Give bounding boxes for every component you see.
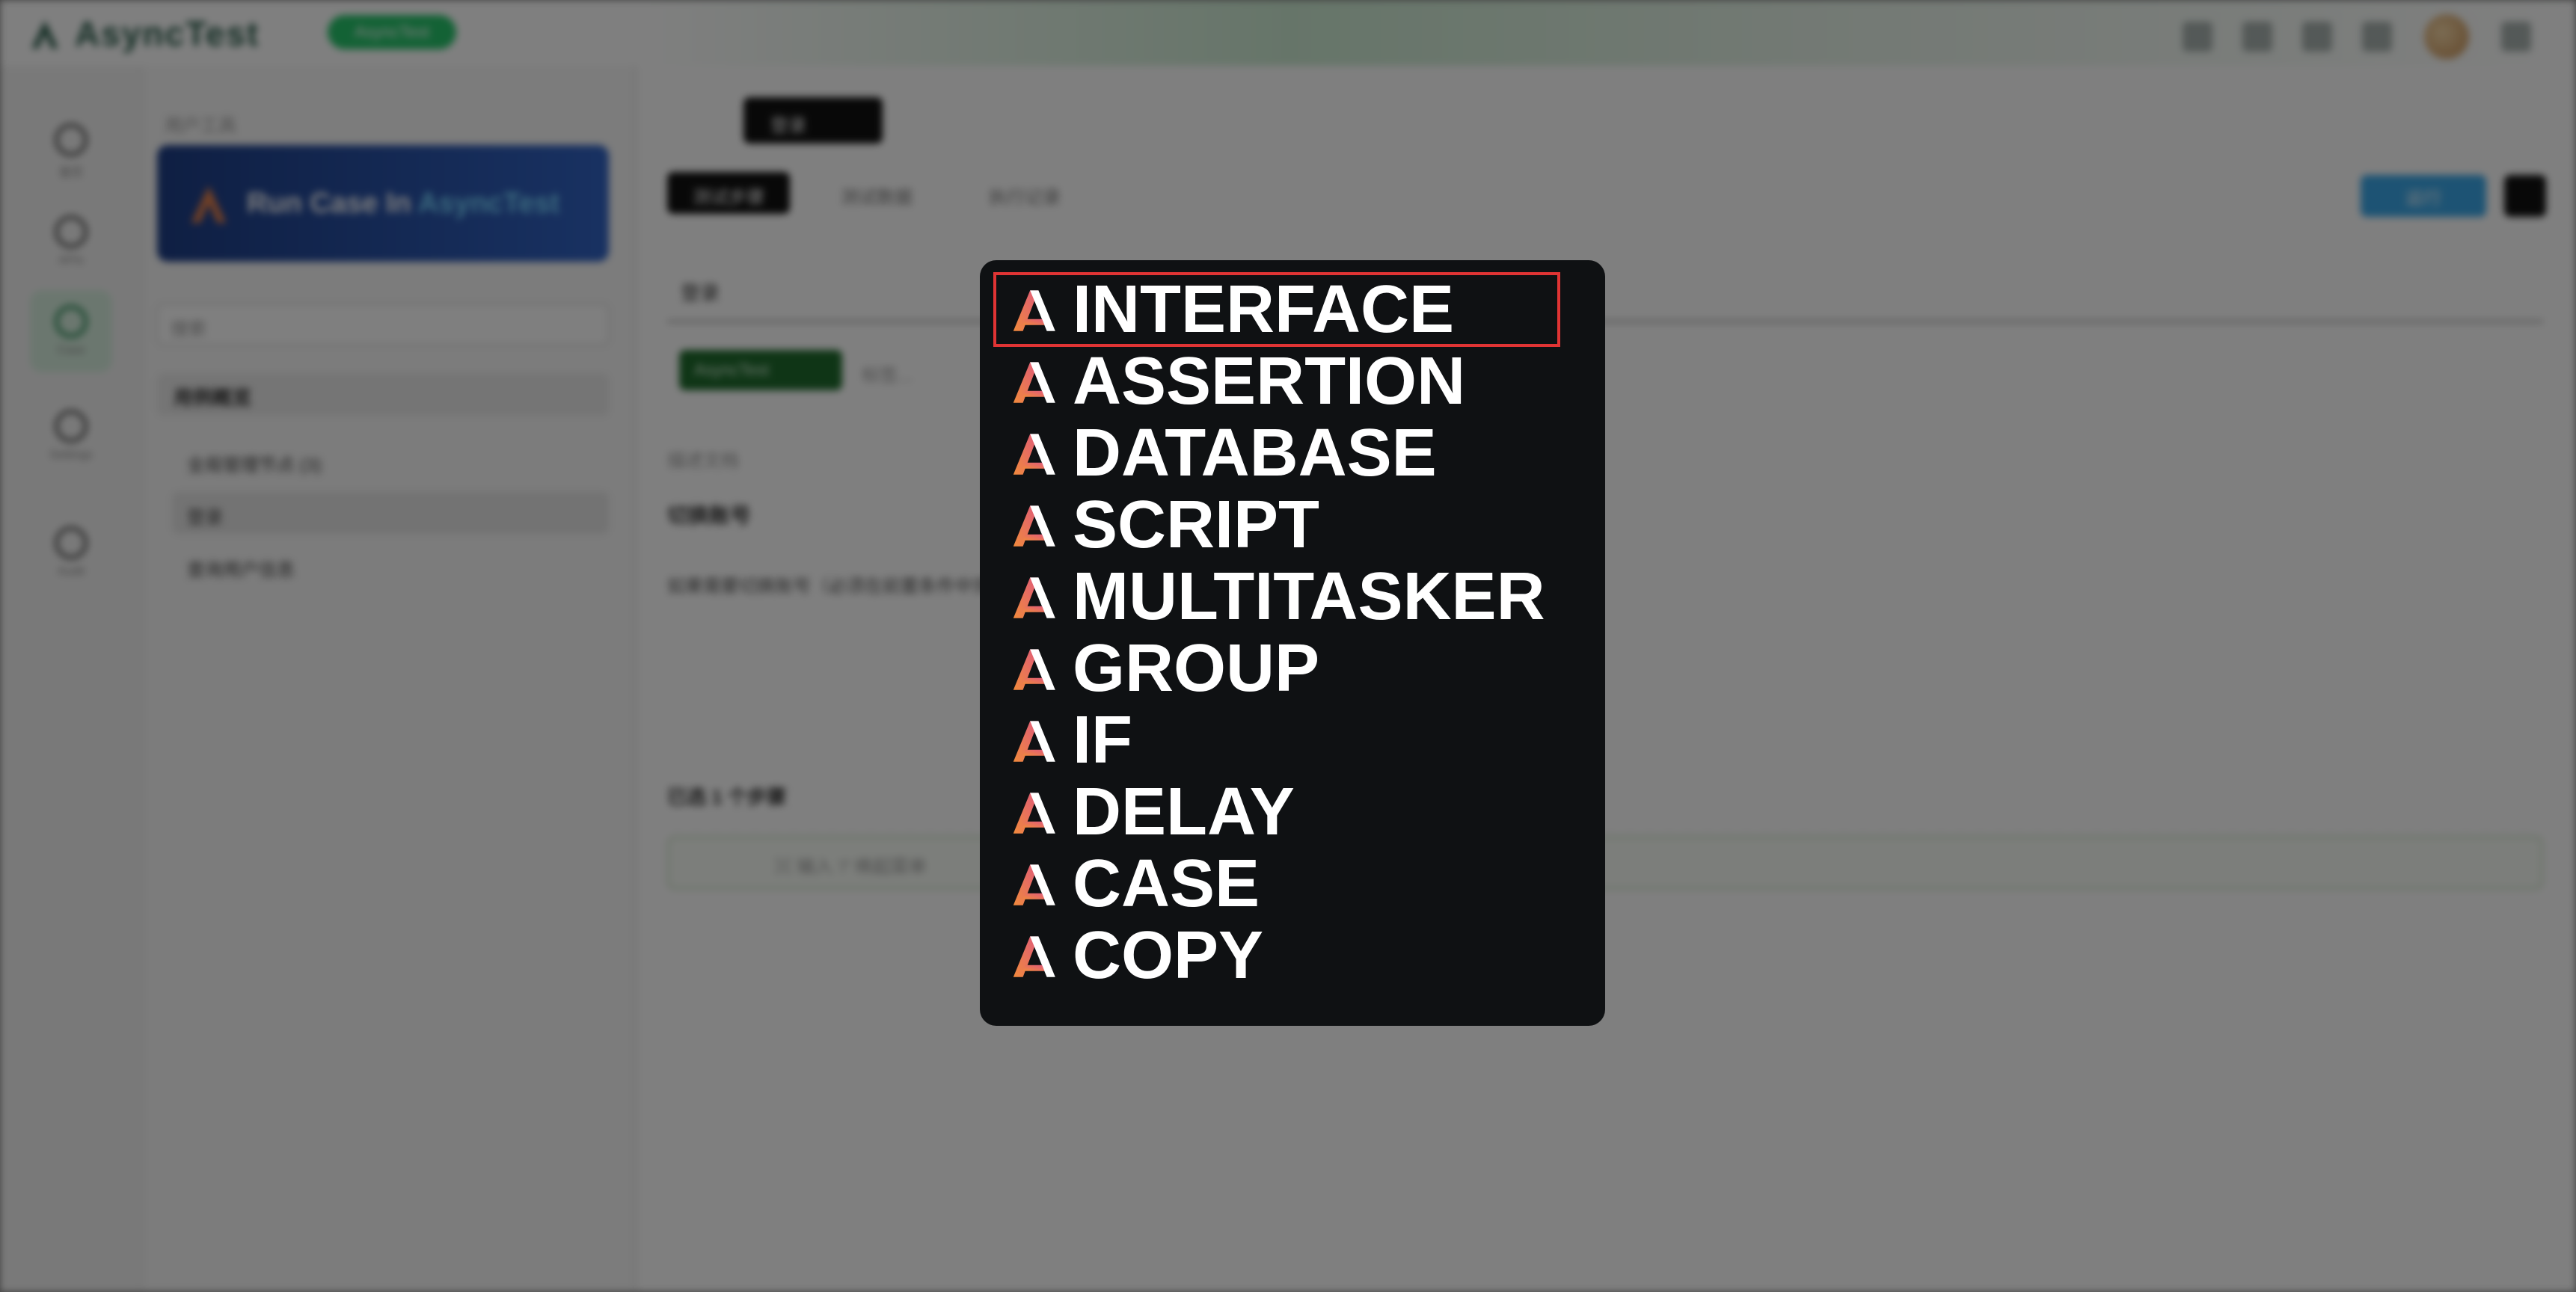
menu-item-label: CASE	[1073, 846, 1260, 921]
asynctest-logo-icon	[1010, 357, 1058, 405]
menu-item-multitasker[interactable]: MULTITASKER	[980, 561, 1605, 633]
asynctest-logo-icon	[1010, 573, 1058, 621]
asynctest-logo-icon	[1010, 932, 1058, 979]
asynctest-logo-icon	[1010, 788, 1058, 836]
menu-item-group[interactable]: GROUP	[980, 633, 1605, 704]
asynctest-logo-icon	[1010, 645, 1058, 692]
step-type-menu: INTERFACE ASSERTION DATABASE SCRIPT MULT…	[980, 260, 1605, 1026]
menu-item-label: DATABASE	[1073, 416, 1437, 490]
menu-item-label: SCRIPT	[1073, 487, 1320, 562]
menu-item-if[interactable]: IF	[980, 704, 1605, 776]
asynctest-logo-icon	[1010, 501, 1058, 549]
menu-item-copy[interactable]: COPY	[980, 920, 1605, 991]
menu-item-label: MULTITASKER	[1073, 559, 1545, 634]
menu-item-interface[interactable]: INTERFACE	[993, 272, 1560, 347]
menu-item-label: COPY	[1073, 918, 1264, 993]
asynctest-logo-icon	[1010, 286, 1058, 333]
menu-item-case[interactable]: CASE	[980, 848, 1605, 920]
asynctest-logo-icon	[1010, 429, 1058, 477]
menu-item-database[interactable]: DATABASE	[980, 417, 1605, 489]
menu-item-label: ASSERTION	[1073, 344, 1466, 419]
menu-item-label: DELAY	[1073, 775, 1295, 849]
asynctest-logo-icon	[1010, 716, 1058, 764]
menu-item-assertion[interactable]: ASSERTION	[980, 345, 1605, 417]
asynctest-logo-icon	[1010, 860, 1058, 908]
menu-item-delay[interactable]: DELAY	[980, 776, 1605, 848]
menu-item-label: GROUP	[1073, 631, 1320, 706]
menu-item-label: INTERFACE	[1073, 272, 1455, 347]
menu-item-script[interactable]: SCRIPT	[980, 489, 1605, 561]
menu-item-label: IF	[1073, 703, 1132, 778]
